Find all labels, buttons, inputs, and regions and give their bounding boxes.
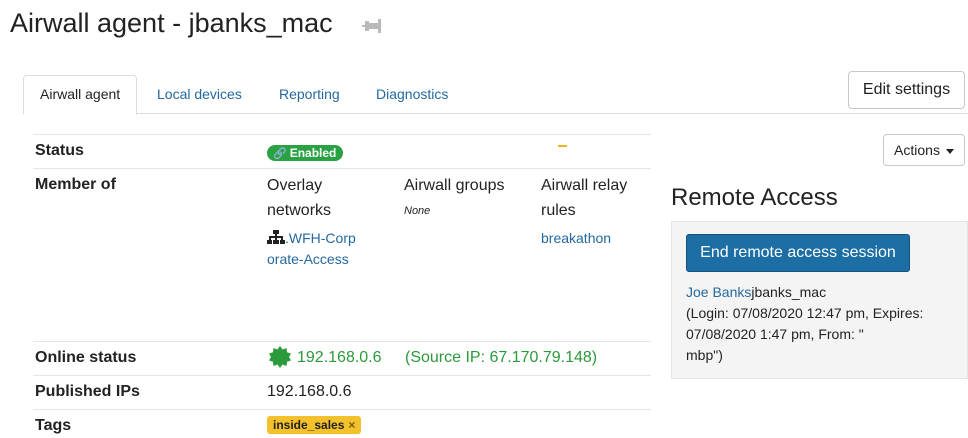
row-divider	[33, 375, 651, 376]
pin-icon[interactable]	[362, 16, 384, 36]
airwall-groups-value: None	[404, 205, 431, 217]
close-icon[interactable]: ×	[348, 418, 355, 432]
overlay-network-link[interactable]: .WFH-Corp orate-Access	[267, 228, 356, 270]
session-details-line3: 07/08/2020 1:47 pm, From: "	[686, 326, 864, 342]
overlay-network-value-line2[interactable]: orate-Access	[267, 249, 356, 270]
actions-label: Actions	[894, 142, 940, 158]
tab-local-devices[interactable]: Local devices	[141, 76, 258, 113]
member-of-label: Member of	[35, 176, 116, 193]
row-divider	[33, 168, 651, 169]
online-ip: 192.168.0.6	[297, 349, 382, 366]
tab-airwall-agent[interactable]: Airwall agent	[23, 75, 138, 115]
overlay-networks-header: Overlay networks	[267, 173, 331, 223]
page-title: Airwall agent - jbanks_mac	[10, 8, 333, 38]
row-divider	[33, 134, 651, 135]
session-details-line2: (Login: 07/08/2020 12:47 pm, Expires:	[686, 305, 924, 321]
online-status-icon	[269, 346, 291, 368]
row-divider	[33, 409, 651, 410]
tab-diagnostics[interactable]: Diagnostics	[360, 76, 464, 113]
source-ip: (Source IP: 67.170.79.148)	[405, 349, 598, 366]
status-badge-label: Enabled	[289, 146, 337, 160]
tag-chip: inside_sales ×	[267, 416, 362, 434]
tab-bar-divider	[23, 113, 968, 114]
user-link[interactable]: Joe Banks	[686, 284, 751, 300]
actions-dropdown-button[interactable]: Actions	[883, 134, 965, 166]
link-icon: 🔗	[273, 148, 287, 160]
end-remote-session-button[interactable]: End remote access session	[686, 234, 910, 272]
overlay-networks-header-line2: networks	[267, 202, 332, 219]
online-status-label: Online status	[35, 349, 137, 366]
tag-label: inside_sales	[273, 418, 345, 432]
network-icon	[267, 230, 285, 244]
published-ips-value: 192.168.0.6	[267, 383, 352, 400]
relay-rules-header: Airwall relay rules	[541, 173, 627, 223]
status-label: Status	[35, 142, 84, 159]
decorative-mark	[558, 145, 567, 147]
overlay-network-value-line1[interactable]: .WFH-Corp	[285, 230, 356, 246]
published-ips-label: Published IPs	[35, 383, 140, 400]
relay-rules-header-line1: Airwall relay	[541, 177, 628, 194]
remote-session-info: Joe Banksjbanks_mac (Login: 07/08/2020 1…	[686, 282, 958, 366]
session-device: jbanks_mac	[751, 284, 827, 300]
row-divider	[33, 341, 651, 342]
session-details-line4: mbp")	[686, 347, 723, 363]
relay-rule-link[interactable]: breakathon	[541, 228, 611, 249]
relay-rules-header-line2: rules	[541, 202, 576, 219]
tab-reporting[interactable]: Reporting	[263, 76, 356, 113]
airwall-groups-header: Airwall groups	[404, 177, 505, 194]
tags-label: Tags	[35, 417, 72, 434]
edit-settings-button[interactable]: Edit settings	[848, 71, 965, 109]
caret-down-icon	[945, 148, 954, 154]
status-badge: 🔗 Enabled	[267, 145, 344, 161]
remote-access-title: Remote Access	[671, 184, 838, 211]
overlay-networks-header-line1: Overlay	[267, 177, 323, 194]
